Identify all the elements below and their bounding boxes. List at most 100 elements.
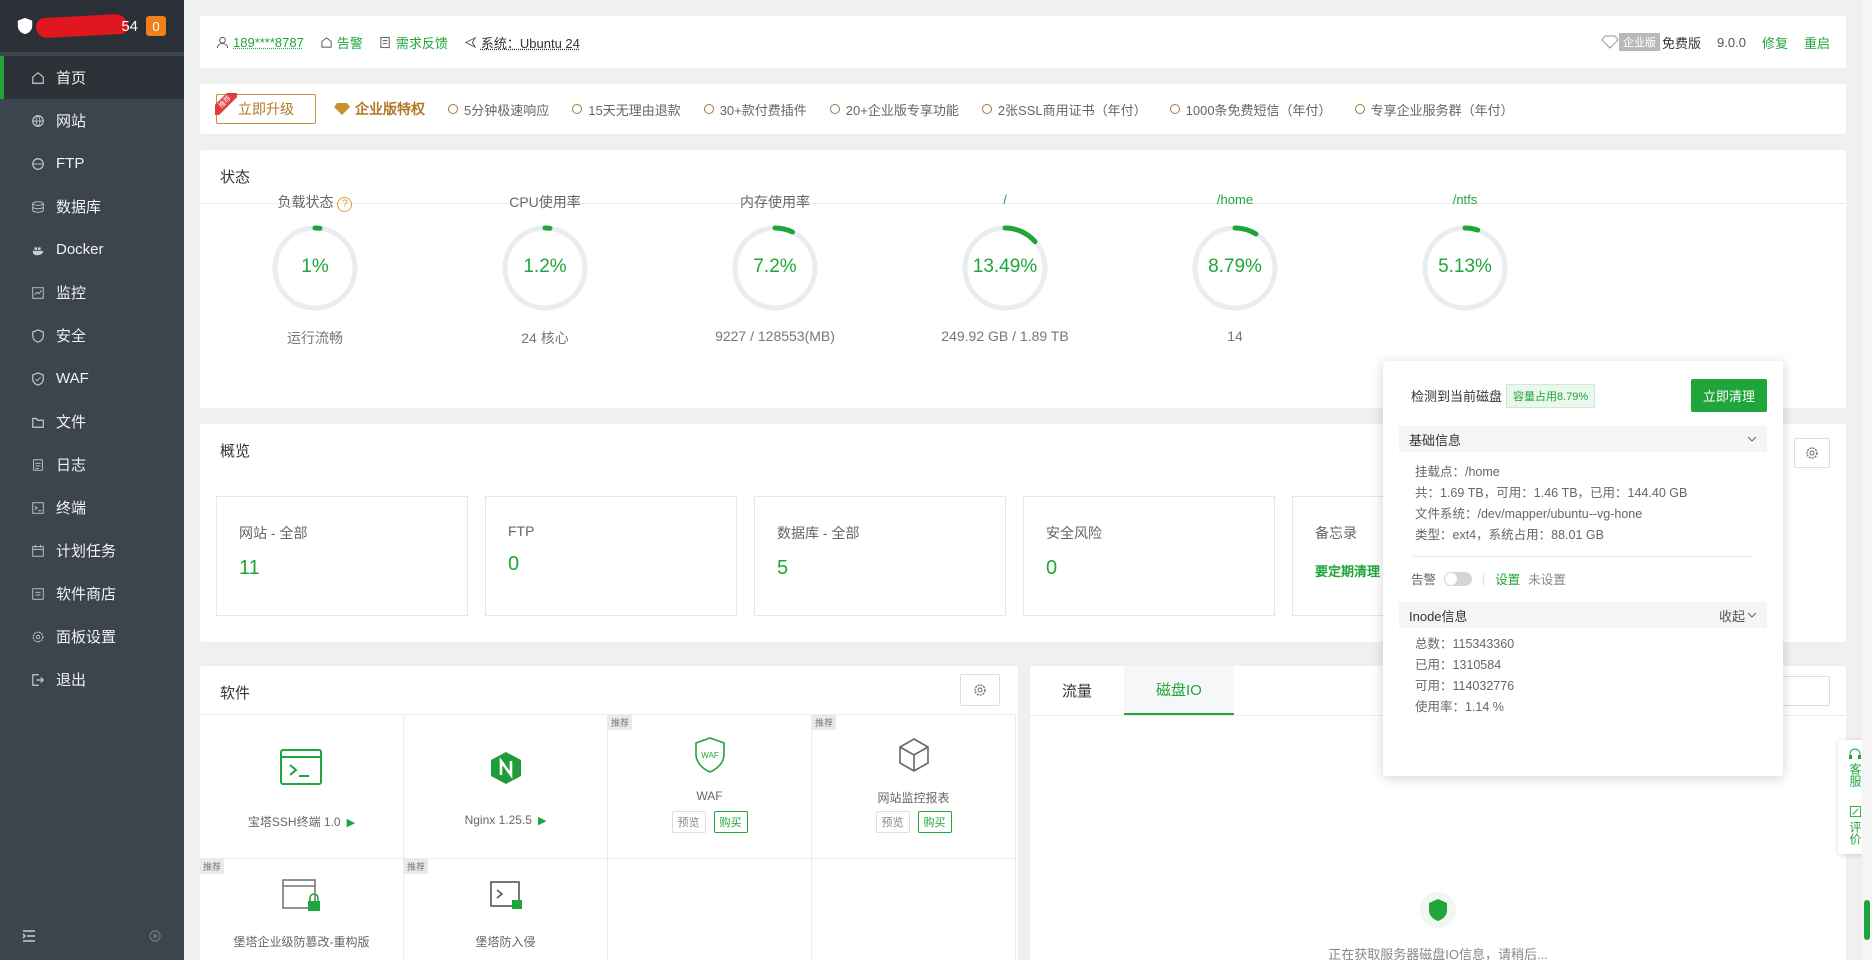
software-card-waf[interactable]: 推荐 WAF WAF 预览 购买 [608,715,812,859]
overview-settings-button[interactable] [1794,438,1830,468]
status-gauge[interactable]: /ntfs 5.13% [1370,192,1560,328]
feature-item[interactable]: 15天无理由退款 [571,100,681,119]
status-gauge[interactable]: /home 8.79% 14 [1140,192,1330,344]
overview-box[interactable]: 安全风险 0 [1023,496,1275,616]
tab-disk-io[interactable]: 磁盘IO [1124,666,1234,715]
software-card-monitor[interactable]: 推荐 网站监控报表 预览 购买 [812,715,1016,859]
gauge-subtitle: 14 [1227,328,1243,344]
software-grid: 宝塔SSH终端 1.0 ▶ Nginx 1.25.5 ▶ 推荐 WAF WAF 预览… [200,714,1018,960]
alert-link[interactable]: 告警 [320,33,363,52]
overview-value[interactable]: 0 [1046,557,1252,580]
sidebar-item-2[interactable]: FTP [0,142,184,185]
overview-value[interactable]: 11 [239,557,445,580]
review-link[interactable]: 评价 [1848,821,1862,845]
edit-icon [1849,805,1861,818]
database-icon [30,199,46,215]
diamond-icon [829,104,840,114]
feedback-link[interactable]: 需求反馈 [379,33,448,52]
preview-button[interactable]: 预览 [875,811,910,833]
upgrade-bar: 推荐 立即升级 企业版特权 5分钟极速响应 15天无理由退款 30+款付费插件 20+… [200,84,1846,134]
status-gauge[interactable]: 负载状态 ? 1% 运行流畅 [220,194,410,348]
feature-item[interactable]: 30+款付费插件 [703,100,807,119]
software-card-nginx[interactable]: Nginx 1.25.5 ▶ [404,715,608,859]
sidebar-item-4[interactable]: Docker [0,228,184,271]
alert-settings-link[interactable]: 设置 [1495,569,1520,588]
feature-item[interactable]: 1000条免费短信（年付） [1169,100,1332,119]
collapse-menu-icon[interactable] [22,929,36,943]
enterprise-privilege[interactable]: 企业版特权 [334,99,425,119]
sidebar-item-6[interactable]: 安全 [0,314,184,357]
software-card-empty [608,859,812,960]
feature-item[interactable]: 2张SSL商用证书（年付） [981,100,1147,119]
repair-link[interactable]: 修复 [1762,33,1788,52]
overview-value[interactable]: 0 [508,553,714,576]
restart-link[interactable]: 重启 [1804,33,1830,52]
sidebar-item-10[interactable]: 终端 [0,486,184,529]
collapse-link[interactable]: 收起 [1719,606,1745,625]
inode-section[interactable]: Inode信息 收起 [1399,602,1767,628]
page-scrollbar[interactable] [1862,0,1872,960]
overview-box[interactable]: FTP 0 [485,496,737,616]
feature-item[interactable]: 专享企业服务群（年付） [1354,100,1514,119]
sidebar-menu: 首页 网站 FTP 数据库 Docker 监控安全 WAF 文件 日志 终端 计划任务 软件商店 面板设… [0,52,184,701]
sidebar-item-9[interactable]: 日志 [0,443,184,486]
feature-item[interactable]: 5分钟极速响应 [447,100,549,119]
scroll-thumb[interactable] [1864,900,1870,940]
basic-info-section[interactable]: 基础信息 [1399,426,1767,452]
overview-label: 安全风险 [1046,525,1102,541]
inode-used: 已用：1310584 [1415,658,1502,672]
sidebar-item-8[interactable]: 文件 [0,400,184,443]
settings-icon[interactable] [148,929,162,943]
buy-button[interactable]: 购买 [713,811,748,833]
software-card-empty [812,859,1016,960]
sidebar-item-0[interactable]: 首页 [0,56,184,99]
gauge-value: 5.13% [1438,256,1492,277]
calendar-icon [30,543,46,559]
waf-shield-icon: WAF [695,737,725,773]
diamond-icon [1601,35,1619,49]
play-icon: ▶ [537,815,547,827]
sidebar-item-14[interactable]: 退出 [0,658,184,701]
notification-badge[interactable]: 0 [146,16,166,36]
sidebar-item-13[interactable]: 面板设置 [0,615,184,658]
sidebar-item-5[interactable]: 监控 [0,271,184,314]
sidebar-item-1[interactable]: 网站 [0,99,184,142]
tab-traffic[interactable]: 流量 [1030,666,1124,715]
status-gauge[interactable]: CPU使用率 1.2% 24 核心 [450,194,640,348]
home-icon [30,70,46,86]
sidebar-item-3[interactable]: 数据库 [0,185,184,228]
preview-button[interactable]: 预览 [671,811,706,833]
software-card-ssh[interactable]: 宝塔SSH终端 1.0 ▶ [200,715,404,859]
sidebar-item-label: 安全 [56,328,87,345]
inode-available: 可用：114032776 [1415,679,1515,693]
software-settings-button[interactable] [960,674,1000,706]
sidebar-item-7[interactable]: WAF [0,357,184,400]
buy-button[interactable]: 购买 [917,811,952,833]
chevron-down-icon [1747,436,1757,442]
help-icon[interactable]: ? [337,197,353,212]
enterprise-tag[interactable]: 企业版 [1619,33,1661,51]
logo-icon [17,17,33,35]
terminal-icon [30,500,46,516]
sidebar-item-11[interactable]: 计划任务 [0,529,184,572]
ssl-icon [981,104,992,114]
alert-toggle[interactable] [1444,571,1473,586]
software-card-intrusion[interactable]: 推荐 堡塔防入侵 [404,859,608,960]
sidebar-item-12[interactable]: 软件商店 [0,572,184,615]
gauge-title: /home [1216,192,1254,207]
overview-value[interactable]: 5 [777,557,983,580]
status-gauge[interactable]: / 13.49% 249.92 GB / 1.89 TB [910,192,1100,344]
status-gauge[interactable]: 内存使用率 7.2% 9227 / 128553(MB) [680,194,870,344]
gauge-subtitle: 9227 / 128553(MB) [715,328,835,344]
user-link[interactable]: 189****8787 [216,35,304,50]
upgrade-button[interactable]: 推荐 立即升级 [215,93,316,124]
customer-service-link[interactable]: 客服 [1848,763,1862,787]
overview-box[interactable]: 网站 - 全部 11 [216,496,468,616]
clean-now-button[interactable]: 立即清理 [1690,379,1767,412]
overview-box[interactable]: 数据库 - 全部 5 [754,496,1006,616]
globe-icon [30,113,46,129]
clock-icon [448,104,458,114]
feature-item[interactable]: 20+企业版专享功能 [829,100,959,119]
software-card-tamper[interactable]: 推荐 堡塔企业级防篡改-重构版 [200,859,404,960]
nginx-icon [491,752,521,784]
